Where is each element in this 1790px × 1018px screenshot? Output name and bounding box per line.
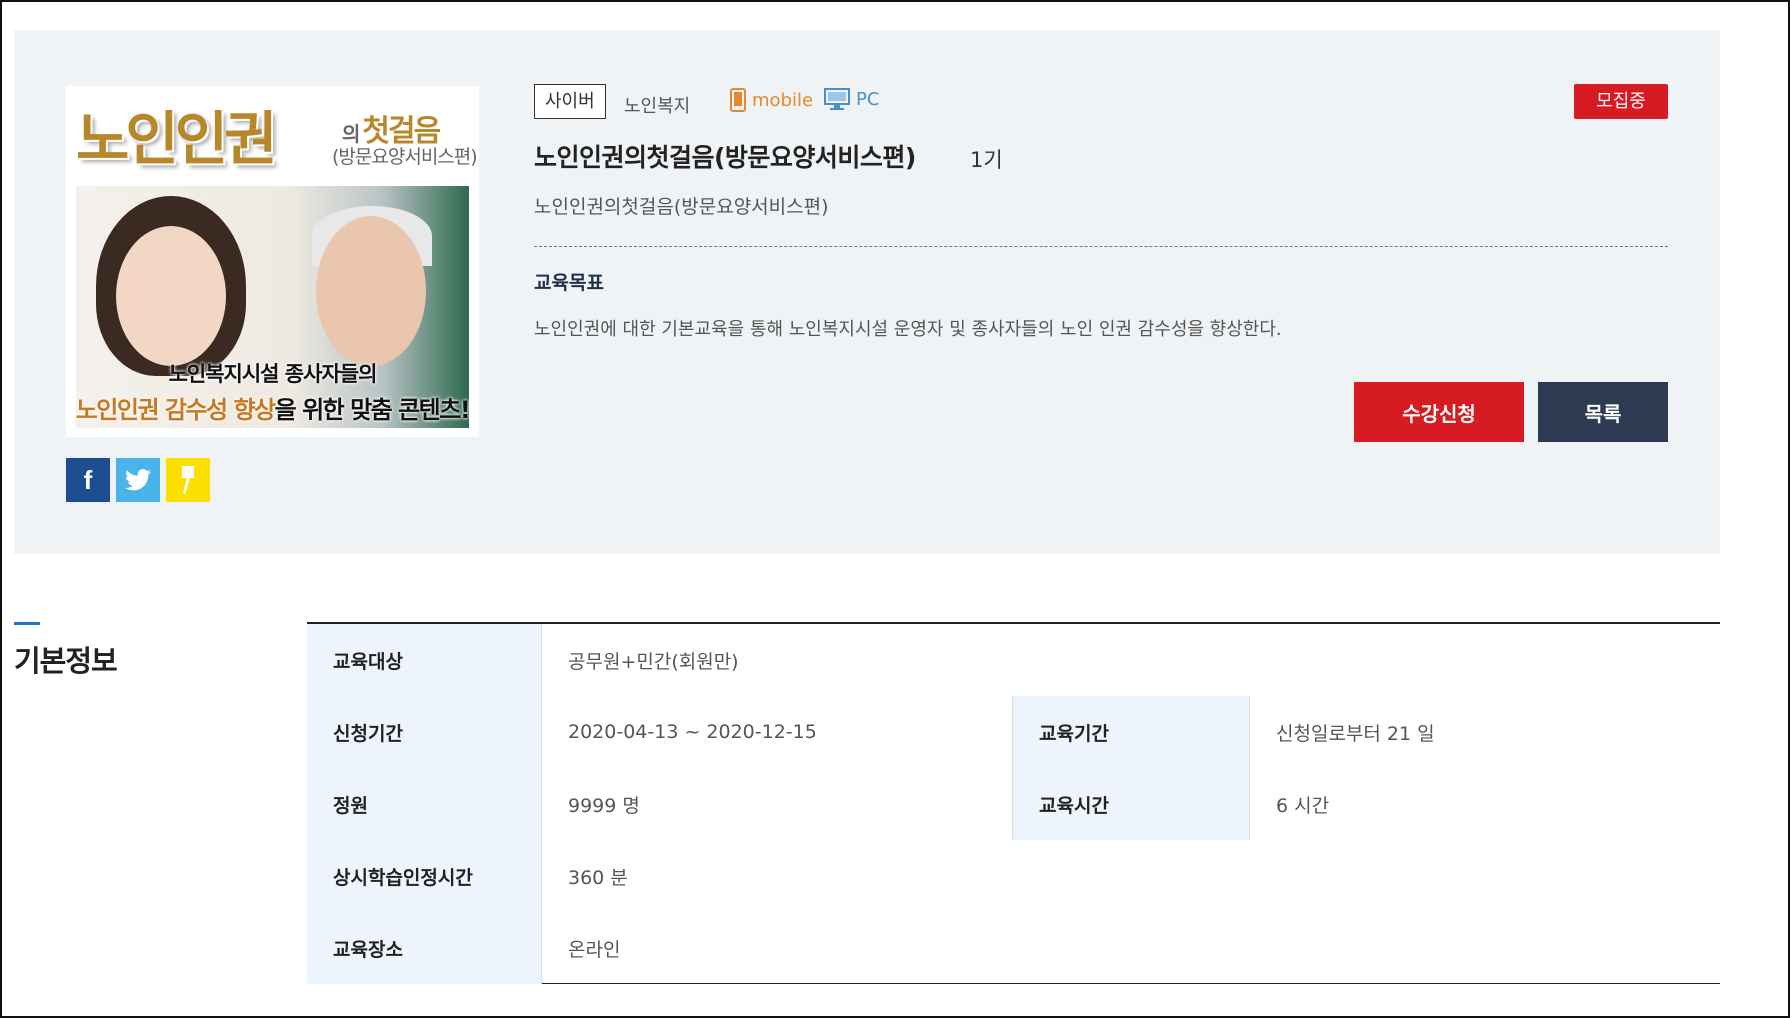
section-title: 기본정보 [14, 644, 118, 678]
edu-time-value: 6 시간 [1276, 794, 1330, 817]
thumbnail-caption-2: 노인인권 감수성 향상을 위한 맞춤 콘텐츠! [75, 396, 471, 424]
target-label: 교육대상 [307, 624, 542, 696]
facebook-share-button[interactable]: f [66, 458, 110, 502]
course-category: 노인복지 [624, 96, 691, 117]
apply-button[interactable]: 수강신청 [1354, 382, 1524, 442]
twitter-icon [125, 469, 151, 491]
learning-time-value: 360 분 [568, 866, 628, 889]
target-value: 공무원+민간(회원만) [568, 650, 739, 673]
person-face [116, 226, 226, 366]
device-pc: PC [824, 88, 879, 110]
learning-time-label: 상시학습인정시간 [307, 840, 542, 912]
table-row: 교육대상 공무원+민간(회원만) [307, 624, 1720, 696]
table-row: 정원 9999 명 교육시간 6 시간 [307, 768, 1720, 840]
kakaostory-share-button[interactable] [166, 458, 210, 502]
person-face [316, 216, 426, 366]
location-value: 온라인 [568, 938, 621, 961]
twitter-share-button[interactable] [116, 458, 160, 502]
course-description: 노인인권의첫걸음(방문요양서비스편) [534, 196, 829, 218]
apply-period-value: 2020-04-13 ~ 2020-12-15 [568, 721, 817, 743]
device-mobile: mobile [730, 88, 813, 112]
section-accent-bar [14, 622, 40, 625]
facebook-icon: f [83, 464, 93, 495]
thumbnail-title: 노인인권 [76, 105, 277, 173]
thumbnail-subtitle-2: (방문요양서비스편) [332, 146, 478, 168]
status-badge: 모집중 [1574, 84, 1668, 119]
thumbnail-caption: 노인복지시설 종사자들의 [168, 362, 378, 386]
course-thumbnail: 노인인권 의 첫걸음 (방문요양서비스편) 노인복지시설 종사자들의 노인인권 감… [66, 86, 479, 437]
capacity-value: 9999 명 [568, 794, 640, 817]
location-label: 교육장소 [307, 912, 542, 984]
device-pc-label: PC [856, 88, 880, 110]
goal-heading: 교육목표 [534, 272, 604, 294]
course-card: 노인인권 의 첫걸음 (방문요양서비스편) 노인복지시설 종사자들의 노인인권 감… [14, 30, 1720, 554]
course-generation: 1기 [970, 148, 1003, 172]
basic-info-table: 교육대상 공무원+민간(회원만) 신청기간 2020-04-13 ~ 2020-… [307, 622, 1720, 984]
divider [534, 246, 1668, 247]
table-row: 신청기간 2020-04-13 ~ 2020-12-15 교육기간 신청일로부터… [307, 696, 1720, 768]
apply-period-label: 신청기간 [307, 696, 542, 768]
device-mobile-label: mobile [752, 89, 814, 111]
capacity-label: 정원 [307, 768, 542, 840]
table-row: 교육장소 온라인 [307, 912, 1720, 984]
edu-time-label: 교육시간 [1012, 768, 1250, 840]
kakaostory-icon [182, 466, 194, 494]
edu-period-label: 교육기간 [1012, 696, 1250, 768]
goal-text: 노인인권에 대한 기본교육을 통해 노인복지시설 운영자 및 종사자들의 노인 … [534, 319, 1282, 340]
mobile-icon [730, 88, 746, 112]
pc-icon [824, 88, 850, 110]
course-type-tag: 사이버 [534, 84, 606, 119]
list-button[interactable]: 목록 [1538, 382, 1668, 442]
course-title: 노인인권의첫걸음(방문요양서비스편) [534, 143, 916, 172]
edu-period-value: 신청일로부터 21 일 [1276, 722, 1435, 745]
table-row: 상시학습인정시간 360 분 [307, 840, 1720, 912]
